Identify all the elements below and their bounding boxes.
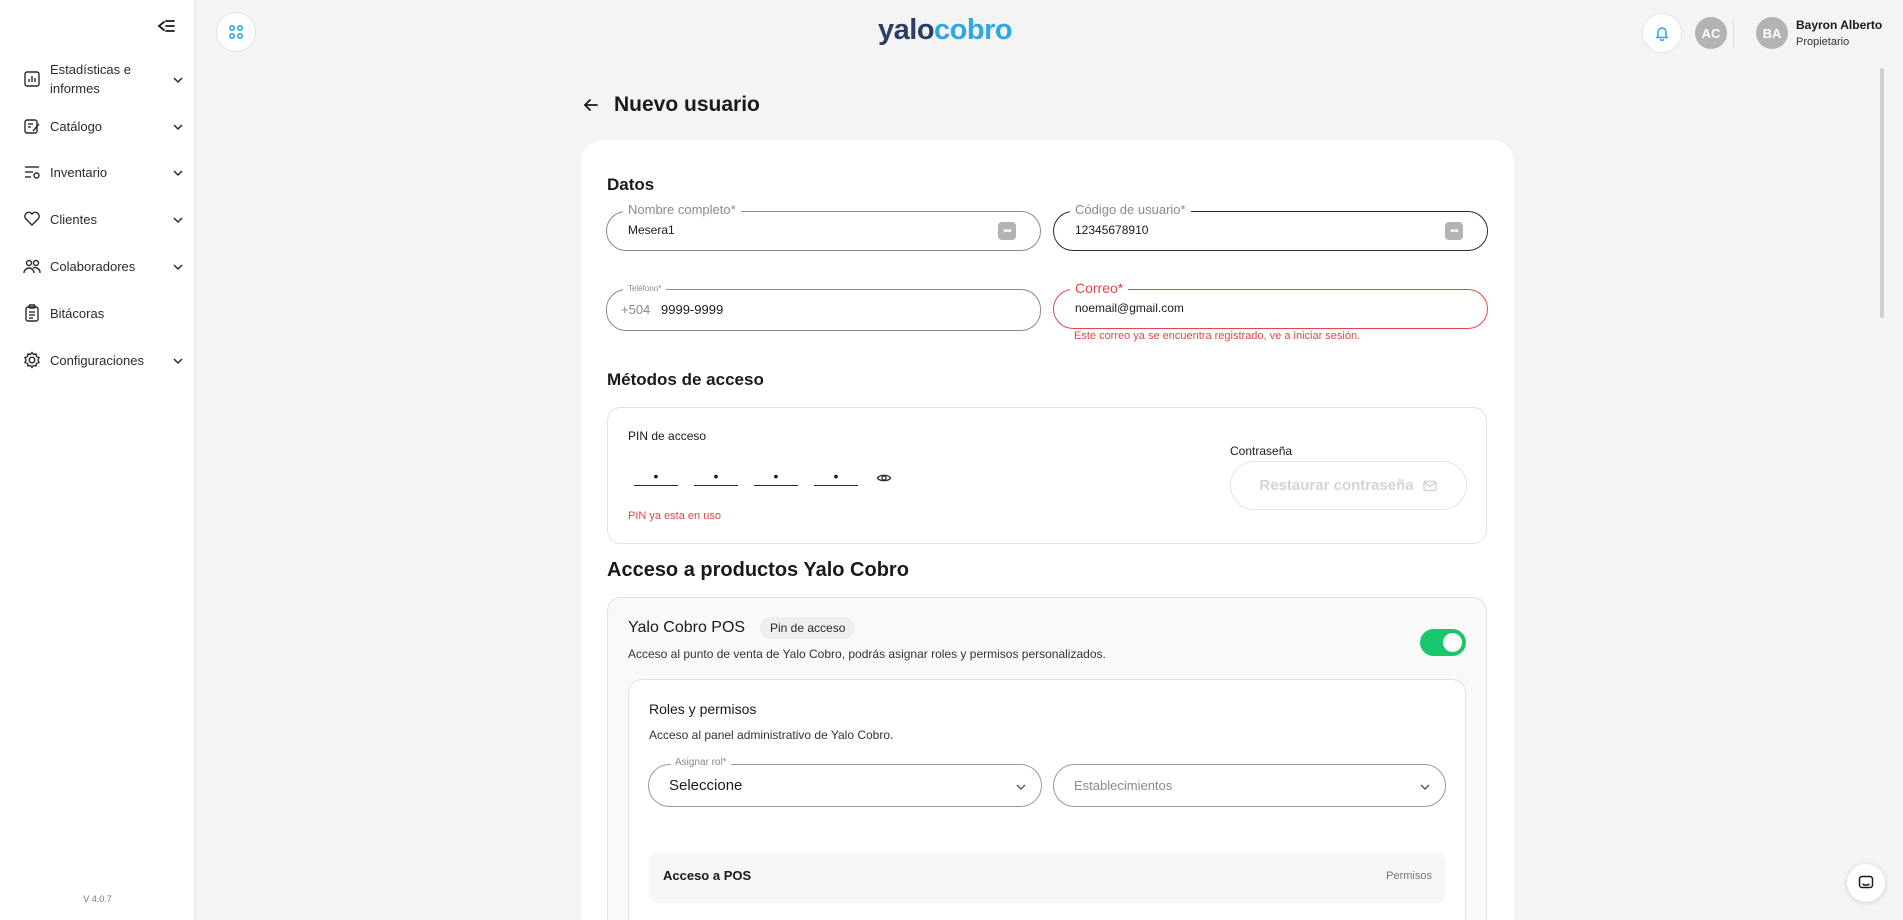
field-label: Nombre completo* (623, 202, 741, 217)
logo-part-cobro: cobro (934, 14, 1013, 46)
field-value: noemail@gmail.com (1075, 301, 1184, 315)
field-label: Código de usuario* (1070, 202, 1191, 217)
page-title: Nuevo usuario (614, 93, 760, 116)
clipboard-icon (22, 303, 42, 323)
apps-grid-icon[interactable] (216, 12, 256, 52)
mail-icon (1422, 478, 1438, 494)
acceso-pos-title: Acceso a POS (663, 868, 752, 883)
more-dots-icon[interactable]: ••• (1445, 222, 1463, 240)
avatar-ac[interactable]: AC (1695, 17, 1727, 49)
back-arrow-icon[interactable] (582, 96, 600, 114)
pin-digit-4[interactable]: • (814, 469, 858, 486)
chevron-down-icon (172, 213, 184, 225)
sidebar-item-estadisticas[interactable]: Estadísticas e informes (22, 60, 184, 98)
user-name[interactable]: Bayron Alberto (1796, 18, 1882, 32)
sidebar-item-label: Bitácoras (50, 305, 105, 321)
pos-description: Acceso al punto de venta de Yalo Cobro, … (628, 647, 1106, 661)
pos-toggle[interactable] (1420, 629, 1466, 656)
top-header: yalocobro AC BA Bayron Alberto Propietar… (195, 0, 1903, 66)
people-icon (22, 256, 42, 276)
field-value: Mesera1 (628, 223, 675, 237)
catalog-edit-icon (22, 116, 42, 136)
chart-report-icon (22, 69, 42, 89)
correo-field[interactable]: Correo* noemail@gmail.com (1053, 280, 1488, 329)
chevron-down-icon (172, 354, 184, 366)
restore-password-button[interactable]: Restaurar contraseña (1230, 461, 1467, 510)
pin-label: PIN de acceso (628, 429, 707, 443)
sidebar-item-configuraciones[interactable]: Configuraciones (22, 350, 184, 370)
field-value: 9999-9999 (661, 302, 724, 317)
notifications-bell-icon[interactable] (1642, 13, 1682, 53)
nombre-completo-field[interactable]: Nombre completo* Mesera1 ••• (606, 202, 1041, 251)
sidebar-item-label: Clientes (50, 211, 97, 227)
pin-digit-3[interactable]: • (754, 469, 798, 486)
chevron-down-icon (172, 260, 184, 272)
page-scrollbar[interactable] (1880, 68, 1884, 318)
sidebar-item-bitacoras[interactable]: Bitácoras (22, 303, 184, 323)
gear-icon (22, 350, 42, 370)
toggle-knob (1443, 633, 1462, 652)
chevron-down-icon (1419, 780, 1431, 792)
yalocobro-logo[interactable]: yalocobro (878, 14, 1013, 47)
productos-title: Acceso a productos Yalo Cobro (607, 559, 909, 581)
collapse-sidebar-icon[interactable] (155, 16, 177, 38)
user-role: Propietario (1796, 36, 1850, 48)
roles-title: Roles y permisos (649, 701, 757, 717)
metodos-title: Métodos de acceso (607, 370, 764, 389)
more-dots-icon[interactable]: ••• (998, 222, 1016, 240)
app-version: V 4.0.7 (83, 894, 112, 904)
correo-error: Este correo ya se encuentra registrado, … (1074, 330, 1361, 342)
chevron-down-icon (172, 166, 184, 178)
datos-title: Datos (607, 175, 655, 194)
asignar-rol-select[interactable]: Asignar rol* Seleccione (648, 757, 1042, 807)
phone-prefix: +504 (621, 302, 651, 317)
sidebar-item-label: Configuraciones (50, 352, 144, 368)
pin-error: PIN ya esta en uso (628, 510, 721, 522)
chevron-down-icon (172, 73, 184, 85)
permisos-label: Permisos (1386, 870, 1432, 882)
logo-part-yalo: yalo (878, 14, 935, 46)
sidebar: Estadísticas e informes Catálogo Inventa… (0, 0, 195, 920)
pin-digit-1[interactable]: • (634, 469, 678, 486)
handshake-heart-icon (22, 209, 42, 229)
pos-title: Yalo Cobro POS (628, 619, 746, 636)
password-label: Contraseña (1230, 444, 1293, 458)
avatar-ba[interactable]: BA (1756, 17, 1788, 49)
eye-icon[interactable] (876, 470, 892, 486)
restore-password-label: Restaurar contraseña (1259, 477, 1414, 494)
roles-description: Acceso al panel administrativo de Yalo C… (649, 728, 894, 742)
header-divider (1733, 19, 1734, 47)
field-label: Asignar rol* (671, 757, 731, 768)
pos-badge: Pin de acceso (760, 617, 856, 639)
telefono-field[interactable]: Teléfono* +504 9999-9999 (606, 284, 1041, 331)
sidebar-item-catalogo[interactable]: Catálogo (22, 116, 184, 136)
chevron-down-icon (172, 120, 184, 132)
chevron-down-icon (1015, 780, 1027, 792)
sidebar-item-colaboradores[interactable]: Colaboradores (22, 256, 184, 276)
field-label: Correo* (1070, 280, 1129, 296)
sidebar-item-label: Colaboradores (50, 258, 136, 274)
sidebar-item-label: Inventario (50, 164, 108, 180)
pin-digit-2[interactable]: • (694, 469, 738, 486)
field-label: Teléfono* (623, 284, 667, 293)
acceso-pos-row[interactable]: Acceso a POS Permisos (649, 853, 1446, 903)
chat-support-icon[interactable] (1847, 864, 1885, 902)
establecimientos-select[interactable]: Establecimientos (1053, 764, 1446, 807)
sidebar-item-inventario[interactable]: Inventario (22, 162, 184, 182)
select-placeholder: Establecimientos (1074, 778, 1173, 793)
codigo-usuario-field[interactable]: Código de usuario* 12345678910 ••• (1053, 202, 1488, 251)
sidebar-item-label: Catálogo (50, 118, 103, 134)
field-value: 12345678910 (1075, 223, 1149, 237)
sidebar-item-label: Estadísticas e informes (50, 62, 131, 96)
inventory-filter-icon (22, 162, 42, 182)
sidebar-item-clientes[interactable]: Clientes (22, 209, 184, 229)
select-value: Seleccione (669, 777, 743, 794)
